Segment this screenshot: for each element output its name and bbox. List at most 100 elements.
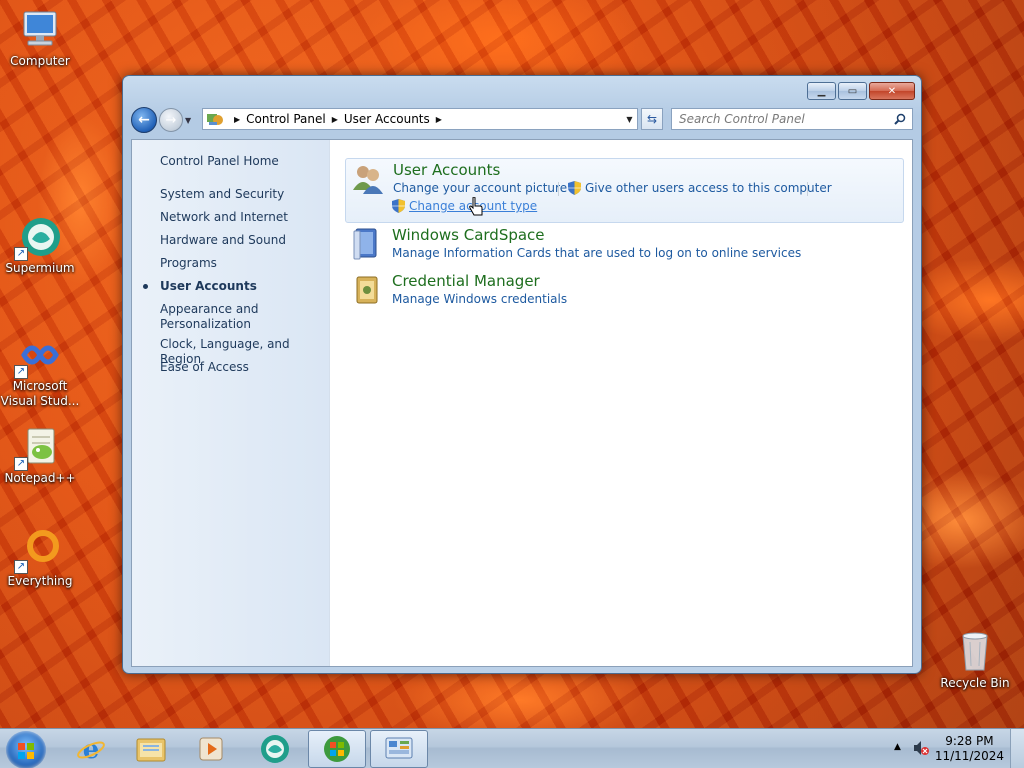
search-input-placeholder: Search Control Panel [679,112,805,126]
show-desktop-button[interactable] [1010,729,1024,768]
cardspace-icon [350,227,384,261]
system-clock[interactable]: 9:28 PM 11/11/2024 [935,734,1004,764]
control-panel-window[interactable]: ▁ ▭ ✕ ← → ▼ ▶ Control Panel ▶ User Accou… [122,75,922,674]
link-manage-information-cards[interactable]: Manage Information Cards that are used t… [392,246,801,260]
link-control-panel-home[interactable]: Control Panel Home [160,154,279,169]
supermium-icon [261,735,289,763]
minimize-icon: ▁ [817,85,826,97]
uac-shield-icon [568,181,581,195]
back-button[interactable]: ← [131,107,157,133]
notepad-plus-plus-icon: ↗ [14,425,64,471]
link-hardware-and-sound[interactable]: Hardware and Sound [160,233,286,248]
desktop-icon-supermium[interactable]: ↗ Supermium [0,215,80,276]
link-give-other-users-access[interactable]: Give other users access to this computer [585,181,832,195]
recent-pages-dropdown[interactable]: ▼ [185,116,197,125]
taskbar: e ▲ 9:28 PM 11/11/2024 [0,728,1024,768]
back-arrow-icon: ← [138,112,150,128]
media-player-icon [199,737,223,761]
desktop-icon-label: Computer [10,54,70,68]
credential-manager-icon [350,273,384,307]
supermium-icon: ↗ [14,215,64,261]
breadcrumb-user-accounts[interactable]: User Accounts [344,112,430,126]
shortcut-arrow-icon: ↗ [14,560,28,574]
current-page-bullet [143,284,148,289]
taskbar-control-panel[interactable] [370,730,428,768]
group-title-credential-manager[interactable]: Credential Manager [392,272,540,290]
desktop-icon-label: Notepad++ [4,471,76,485]
link-change-account-picture[interactable]: Change your account picture [393,181,567,195]
taskbar-supermium[interactable] [246,730,304,768]
maximize-button[interactable]: ▭ [838,82,867,100]
clock-time: 9:28 PM [945,734,994,748]
windows-orb-icon [324,736,350,762]
caption-buttons: ▁ ▭ ✕ [807,82,915,100]
hand-cursor-icon [468,196,484,219]
clock-date: 11/11/2024 [934,749,1004,763]
link-user-accounts-current[interactable]: User Accounts [160,279,257,294]
navigation-bar: ← → ▼ ▶ Control Panel ▶ User Accounts ▶ … [131,106,913,134]
desktop-icon-computer[interactable]: Computer [0,8,80,69]
search-box[interactable]: Search Control Panel [671,108,913,130]
breadcrumb-arrow-icon[interactable]: ▶ [234,115,240,124]
taskbar-file-explorer[interactable] [122,730,180,768]
link-programs[interactable]: Programs [160,256,217,271]
volume-muted-icon[interactable] [913,740,929,759]
desktop-icon-label: Microsoft Visual Stud... [0,379,80,408]
minimize-button[interactable]: ▁ [807,82,836,100]
breadcrumb-control-panel[interactable]: Control Panel [246,112,326,126]
group-windows-cardspace: Windows CardSpace Manage Information Car… [345,224,904,268]
desktop-icon-recycle-bin[interactable]: Recycle Bin [935,630,1015,691]
forward-button[interactable]: → [159,108,183,132]
search-icon[interactable] [894,113,906,125]
address-bar[interactable]: ▶ Control Panel ▶ User Accounts ▶ ▼ [202,108,638,130]
link-system-and-security[interactable]: System and Security [160,187,284,202]
control-panel-icon [385,737,413,759]
breadcrumb-arrow-icon[interactable]: ▶ [436,115,442,124]
group-credential-manager: Credential Manager Manage Windows creden… [345,270,904,314]
window-content: Control Panel Home System and Security N… [131,139,913,667]
group-user-accounts: User Accounts Change your account pictur… [345,158,904,223]
link-appearance-and-personalization[interactable]: Appearance and Personalization [160,302,310,332]
everything-search-icon: ↗ [14,528,64,574]
group-title-user-accounts[interactable]: User Accounts [393,161,500,179]
recycle-bin-icon [951,630,999,674]
desktop-icon-everything[interactable]: ↗ Everything [0,528,80,589]
desktop-icon-label: Supermium [5,261,75,275]
shortcut-arrow-icon: ↗ [14,457,28,471]
notification-area: ▲ 9:28 PM 11/11/2024 [889,729,1024,768]
windows-logo-icon [18,743,34,759]
taskbar-internet-explorer[interactable]: e [62,730,120,768]
left-navigation-pane: Control Panel Home System and Security N… [132,140,330,666]
desktop-icon-label: Recycle Bin [940,676,1010,690]
close-icon: ✕ [887,85,897,97]
desktop-icon-notepadpp[interactable]: ↗ Notepad++ [0,425,80,486]
computer-icon [16,8,64,52]
close-button[interactable]: ✕ [869,82,915,100]
taskbar-media-player[interactable] [182,730,240,768]
uac-shield-icon [392,199,405,213]
link-manage-windows-credentials[interactable]: Manage Windows credentials [392,292,567,306]
visual-studio-icon: ↗ [14,333,64,379]
link-separator [807,182,808,196]
forward-arrow-icon: → [165,112,177,128]
link-separator [558,182,559,196]
show-hidden-icons-arrow[interactable]: ▲ [894,742,901,752]
control-panel-icon [206,111,224,127]
refresh-button[interactable]: ⇆ [641,108,663,130]
desktop-icon-label: Everything [7,574,73,588]
breadcrumb-arrow-icon[interactable]: ▶ [332,115,338,124]
taskbar-windows-update[interactable] [308,730,366,768]
address-history-dropdown[interactable]: ▼ [621,114,637,124]
link-network-and-internet[interactable]: Network and Internet [160,210,288,225]
group-title-windows-cardspace[interactable]: Windows CardSpace [392,226,545,244]
desktop-icon-visual-studio[interactable]: ↗ Microsoft Visual Stud... [0,333,80,409]
start-button[interactable] [6,731,46,768]
internet-explorer-icon: e [77,735,105,764]
link-ease-of-access[interactable]: Ease of Access [160,360,249,375]
maximize-icon: ▭ [847,85,858,97]
folder-icon [136,738,166,762]
refresh-icon: ⇆ [646,112,658,126]
svg-text:e: e [83,735,100,764]
shortcut-arrow-icon: ↗ [14,365,28,379]
shortcut-arrow-icon: ↗ [14,247,28,261]
